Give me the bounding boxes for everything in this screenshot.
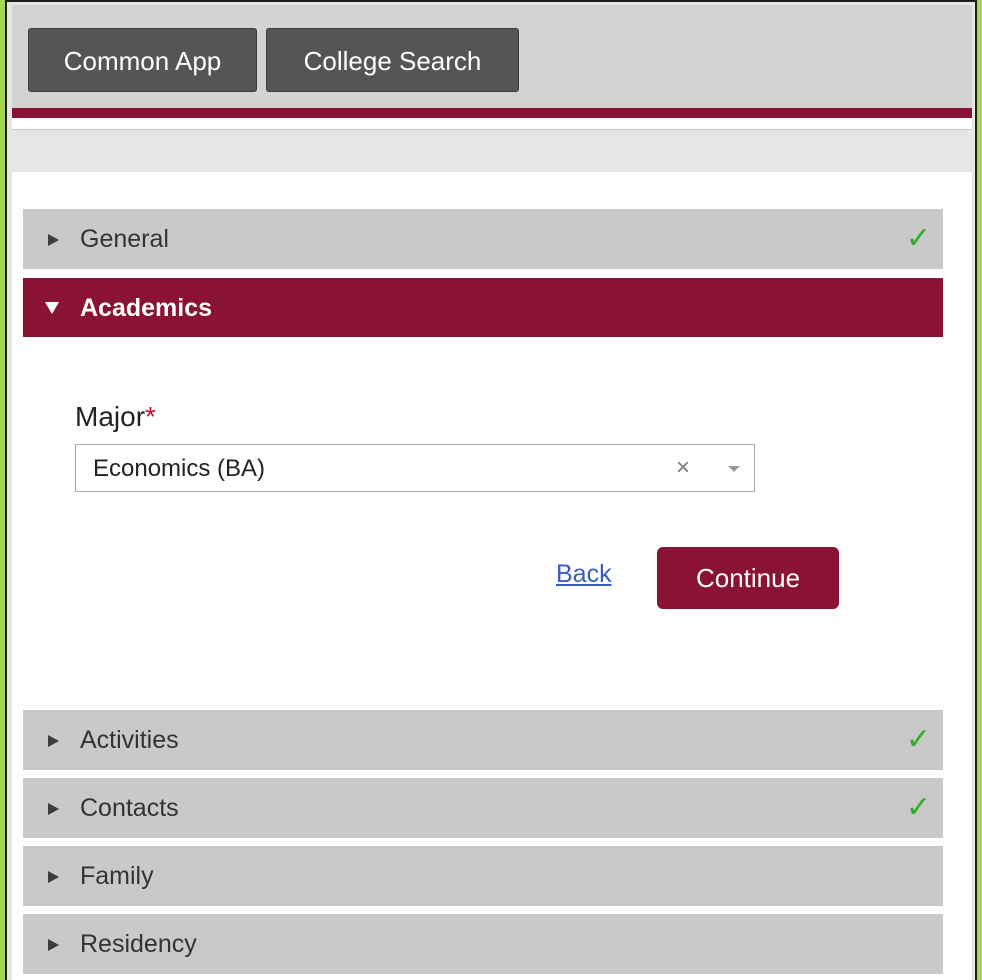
- clear-icon[interactable]: ×: [676, 445, 690, 491]
- accordion-contacts[interactable]: Contacts ✓: [23, 778, 943, 838]
- back-link[interactable]: Back: [556, 560, 612, 589]
- accordion-title: General: [80, 225, 169, 253]
- accordion-residency[interactable]: Residency: [23, 914, 943, 974]
- continue-button[interactable]: Continue: [657, 547, 839, 609]
- accordion-academics[interactable]: Academics: [23, 278, 943, 337]
- checkmark-icon: ✓: [905, 791, 931, 824]
- major-label-text: Major: [75, 401, 146, 432]
- accordion-title: Academics: [80, 294, 213, 322]
- checkmark-icon: ✓: [905, 723, 931, 756]
- accordion-family[interactable]: Family: [23, 846, 943, 906]
- college-search-button[interactable]: College Search: [266, 28, 519, 92]
- header-underline: [12, 118, 972, 130]
- common-app-button[interactable]: Common App: [28, 28, 257, 92]
- major-label: Major*: [75, 401, 156, 433]
- accordion-title: Activities: [80, 726, 179, 754]
- chevron-down-icon: [45, 302, 59, 314]
- major-selected-value: Economics (BA): [93, 455, 266, 482]
- dropdown-caret-icon[interactable]: [728, 466, 740, 472]
- major-select[interactable]: Economics (BA) ×: [75, 444, 755, 492]
- top-navigation-bar: Common App College Search: [12, 5, 972, 108]
- accordion-general[interactable]: General ✓: [23, 209, 943, 269]
- chevron-right-icon: [48, 234, 59, 246]
- accordion-title: Residency: [80, 930, 197, 958]
- accordion-title: Contacts: [80, 794, 179, 822]
- chevron-right-icon: [48, 735, 59, 747]
- brand-stripe: [12, 108, 972, 118]
- required-indicator: *: [145, 401, 156, 432]
- chevron-right-icon: [48, 939, 59, 951]
- checkmark-icon: ✓: [905, 222, 931, 255]
- accordion-title: Family: [80, 862, 154, 890]
- chevron-right-icon: [48, 871, 59, 883]
- accordion-activities[interactable]: Activities ✓: [23, 710, 943, 770]
- chevron-right-icon: [48, 803, 59, 815]
